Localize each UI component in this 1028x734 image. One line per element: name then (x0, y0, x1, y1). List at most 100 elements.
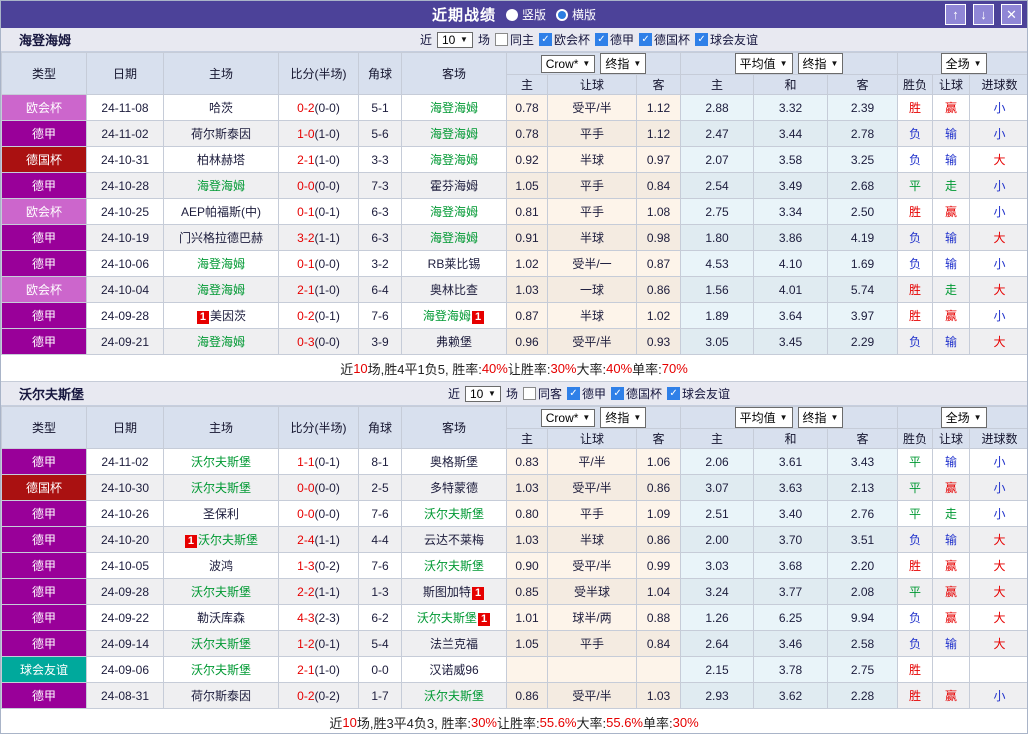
home-team-cell: 圣保利 (163, 500, 279, 527)
avg-stage-select[interactable]: 终指 ▼ (797, 407, 844, 428)
average-select[interactable]: 平均值 ▼ (734, 53, 793, 74)
close-button[interactable]: ✕ (1001, 4, 1022, 25)
score-cell: 0-1(0-1) (278, 198, 359, 225)
date-cell: 24-09-28 (86, 578, 164, 605)
checkbox-checked-icon[interactable]: ✓ (695, 33, 709, 46)
sub-header-handicap-result: 让球 (932, 428, 971, 449)
handicap-result-cell: 输 (932, 328, 971, 355)
recent-count-select[interactable]: 10 ▼ (464, 385, 501, 402)
checkbox-checked-icon[interactable]: ✓ (667, 387, 681, 400)
handicap-result-cell: 走 (932, 276, 971, 303)
match-row: 德甲 24-08-31 荷尔斯泰因 0-2(0-2) 1-7 沃尔夫斯堡 0.86 受平/半 1… (1, 682, 1027, 709)
bookmaker-select[interactable]: Crow* ▼ (540, 54, 596, 73)
chevron-down-icon: ▼ (633, 413, 642, 422)
odds-away-cell: 1.09 (635, 500, 682, 527)
competition-label: 德甲 (31, 309, 56, 323)
odds-handicap-cell: 半球 (547, 526, 637, 553)
odds-home-cell: 1.01 (506, 604, 548, 631)
recent-count-value: 10 (469, 386, 484, 401)
league-filter[interactable]: ✓ 欧会杯 (538, 31, 590, 48)
competition-label: 欧会杯 (25, 283, 62, 297)
result-cell: 平 (897, 448, 934, 475)
match-row: 德甲 24-09-28 沃尔夫斯堡 2-2(1-1) 1-3 斯图加特 1 0.85 受半球 1.… (1, 578, 1027, 605)
home-team-cell: 沃尔夫斯堡 (163, 448, 279, 475)
checkbox-checked-icon[interactable]: ✓ (639, 33, 653, 46)
bookmaker-select[interactable]: Crow* ▼ (540, 408, 596, 427)
avg-draw-cell: 3.64 (753, 302, 829, 329)
odds-stage-select[interactable]: 终指 ▼ (600, 407, 647, 428)
checkbox-unchecked-icon[interactable] (494, 33, 508, 46)
checkbox-unchecked-icon[interactable] (522, 387, 536, 400)
col-header-date: 日期 (86, 52, 164, 95)
filter-bar: 近 10 ▼ 场同客 ✓ 德甲 ✓ 德国杯 ✓ 球会友谊 (1, 385, 1027, 402)
scope-select[interactable]: 全场 ▼ (940, 407, 987, 428)
move-down-button[interactable]: ↓ (973, 4, 994, 25)
league-filter[interactable]: ✓ 德甲 (595, 31, 634, 48)
avg-home-cell: 2.54 (680, 172, 755, 199)
checkbox-checked-icon[interactable]: ✓ (567, 387, 580, 400)
type-cell: 德甲 (1, 448, 87, 475)
odds-home-cell (506, 656, 548, 683)
league-filter[interactable]: ✓ 德国杯 (611, 385, 662, 402)
home-team-cell: 勒沃库森 (163, 604, 279, 631)
corners-cell: 1-7 (358, 682, 402, 709)
sub-header-avg-home: 主 (680, 74, 755, 95)
checkbox-checked-icon[interactable]: ✓ (611, 387, 625, 400)
home-team-cell: 沃尔夫斯堡 (163, 630, 279, 657)
match-row: 德甲 24-10-05 波鸿 1-3(0-2) 7-6 沃尔夫斯堡 0.90 受平/半 0.99… (1, 552, 1027, 579)
odds-stage-select[interactable]: 终指 ▼ (600, 53, 647, 74)
odds-away-cell: 0.86 (635, 526, 682, 553)
league-filter[interactable]: ✓ 球会友谊 (695, 31, 758, 48)
footer-stat-segment: 近 (329, 715, 343, 731)
result-cell: 负 (897, 328, 934, 355)
away-team-cell: 云达不莱梅 (401, 526, 507, 553)
same-venue-filter[interactable]: 同客 (522, 385, 562, 402)
handicap-result-cell: 输 (932, 448, 971, 475)
home-team-name: 美因茨 (210, 309, 247, 323)
league-filter[interactable]: ✓ 德甲 (567, 385, 606, 402)
away-team-name: 霍芬海姆 (429, 179, 478, 193)
layout-radio-horizontal[interactable]: 横版 (556, 6, 596, 23)
odds-away-cell: 1.08 (635, 198, 682, 225)
avg-home-cell: 2.51 (680, 500, 755, 527)
competition-label: 德甲 (31, 127, 56, 141)
fulltime-score: 2-4 (297, 532, 315, 547)
result-cell: 负 (897, 250, 934, 277)
score-cell: 2-1(1-0) (278, 146, 359, 173)
same-venue-filter[interactable]: 同主 (494, 31, 534, 48)
footer-stat-segment: 30% (672, 714, 699, 730)
odds-home-cell: 0.83 (506, 448, 548, 475)
type-cell: 欧会杯 (1, 276, 87, 303)
avg-stage-select[interactable]: 终指 ▼ (797, 53, 844, 74)
score-cell: 1-3(0-2) (278, 552, 359, 579)
col-header-corners: 角球 (358, 406, 402, 449)
result-cell: 平 (897, 172, 934, 199)
checkbox-checked-icon[interactable]: ✓ (538, 33, 552, 46)
avg-away-cell: 1.69 (827, 250, 899, 277)
type-cell: 德甲 (1, 224, 87, 251)
corners-cell: 6-3 (358, 198, 402, 225)
league-filter[interactable]: ✓ 球会友谊 (667, 385, 730, 402)
team-section-away: 沃尔夫斯堡 近 10 ▼ 场同客 ✓ 德甲 ✓ 德国杯 ✓ 球会友谊 类型 日期 主场 比分(半场… (1, 382, 1027, 733)
corners-cell: 0-0 (358, 656, 402, 683)
chevron-down-icon: ▼ (779, 413, 788, 422)
average-select[interactable]: 平均值 ▼ (734, 407, 793, 428)
scope-select[interactable]: 全场 ▼ (940, 53, 987, 74)
date-cell: 24-09-14 (86, 630, 164, 657)
away-team-name: 云达不莱梅 (423, 533, 484, 547)
odds-home-cell: 0.81 (506, 198, 548, 225)
recent-count-select[interactable]: 10 ▼ (436, 31, 473, 48)
move-up-button[interactable]: ↑ (945, 4, 966, 25)
result-cell: 负 (897, 120, 934, 147)
odds-handicap-cell: 平/半 (547, 448, 637, 475)
odds-handicap-cell: 平手 (547, 120, 637, 147)
checkbox-checked-icon[interactable]: ✓ (595, 33, 608, 46)
type-cell: 德甲 (1, 682, 87, 709)
odds-away-cell: 1.04 (635, 578, 682, 605)
sub-header-avg-away: 客 (827, 74, 899, 95)
col-header-score: 比分(半场) (278, 52, 359, 95)
layout-radio-vertical[interactable]: 竖版 (505, 6, 546, 23)
league-filter[interactable]: ✓ 德国杯 (639, 31, 690, 48)
match-row: 德甲 24-09-28 1 美因茨 0-2(0-1) 7-6 海登海姆 1 0.87 半球 1.02… (1, 302, 1027, 329)
avg-home-cell: 3.24 (680, 578, 755, 605)
